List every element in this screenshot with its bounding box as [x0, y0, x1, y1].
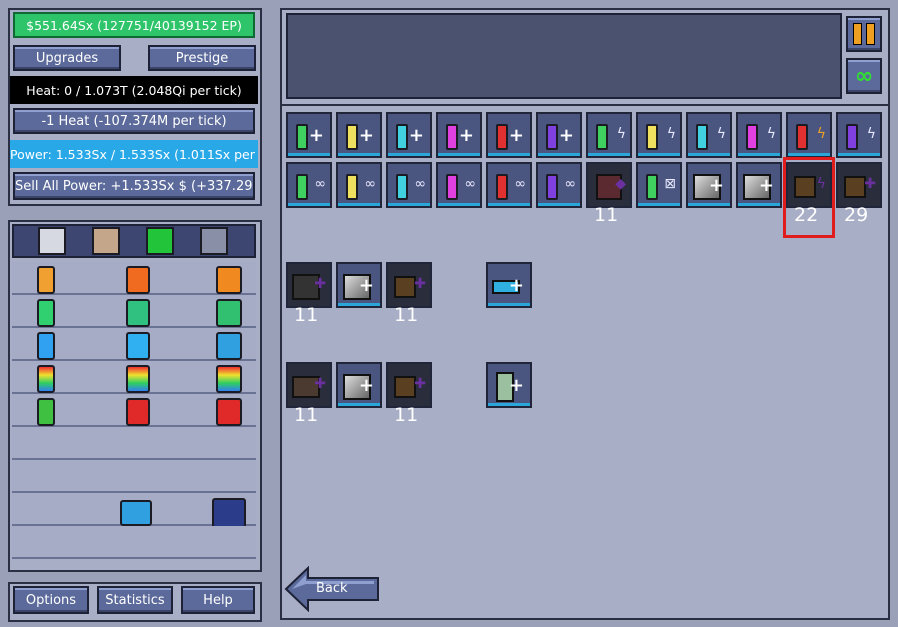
upgrade-slot[interactable]: +: [336, 112, 382, 158]
upgrade-slot[interactable]: +: [686, 162, 732, 208]
upgrade-level-count: 11: [294, 404, 319, 426]
cell-quad-icon[interactable]: [216, 398, 242, 426]
list-row: [12, 427, 256, 460]
sell-power-button[interactable]: Sell All Power: +1.533Sx $ (+337.297Qi $…: [13, 172, 255, 200]
locked-upgrade-slot[interactable]: ✚: [286, 262, 332, 308]
locked-upgrade-slot[interactable]: ✚: [386, 362, 432, 408]
infinite-button[interactable]: ∞: [846, 58, 882, 94]
upgrade-level-count: 11: [294, 304, 319, 326]
upgrade-slot[interactable]: +: [336, 262, 382, 308]
reduce-heat-button[interactable]: -1 Heat (-107.374M per tick): [13, 108, 255, 134]
cell-icon[interactable]: [37, 299, 55, 327]
upgrade-level-count: 29: [844, 204, 869, 226]
tab-heat-icon[interactable]: [92, 227, 120, 255]
cell-double-icon[interactable]: [126, 365, 150, 393]
locked-upgrade-slot[interactable]: ◆: [586, 162, 632, 208]
cell-icon[interactable]: [37, 365, 55, 393]
locked-upgrade-slot[interactable]: ✚: [386, 262, 432, 308]
upgrade-slot[interactable]: +: [336, 362, 382, 408]
cell-quad-icon[interactable]: [216, 332, 242, 360]
cell-icon[interactable]: [37, 332, 55, 360]
tab-cross-icon[interactable]: [200, 227, 228, 255]
power-display: Power: 1.533Sx / 1.533Sx (1.011Sx per ti…: [10, 140, 258, 168]
upgrade-slot[interactable]: ∞: [286, 162, 332, 208]
upgrade-slot[interactable]: +: [286, 112, 332, 158]
selection-highlight: [783, 157, 835, 238]
cell-quad-icon[interactable]: [216, 365, 242, 393]
tab-grid-icon[interactable]: [146, 227, 174, 255]
cell-double-icon[interactable]: [126, 332, 150, 360]
help-button[interactable]: Help: [181, 586, 255, 614]
pause-icon: [853, 23, 875, 45]
options-button[interactable]: Options: [13, 586, 89, 614]
infinity-icon: ∞: [854, 63, 874, 89]
cell-icon[interactable]: [37, 266, 55, 294]
upgrade-slot[interactable]: +: [486, 112, 532, 158]
cell-quad-icon[interactable]: [216, 299, 242, 327]
upgrade-slot[interactable]: ϟ: [586, 112, 632, 158]
upgrade-slot[interactable]: +: [736, 162, 782, 208]
upgrade-slot[interactable]: ∞: [486, 162, 532, 208]
upgrade-slot[interactable]: ∞: [386, 162, 432, 208]
upgrade-slot[interactable]: ϟ: [786, 112, 832, 158]
cell-quad-icon[interactable]: [216, 266, 242, 294]
pause-button[interactable]: [846, 16, 882, 52]
prestige-button[interactable]: Prestige: [148, 45, 256, 71]
upgrade-slot[interactable]: ϟ: [636, 112, 682, 158]
statistics-button[interactable]: Statistics: [97, 586, 173, 614]
tab-power-icon[interactable]: [38, 227, 66, 255]
locked-upgrade-slot[interactable]: ✚: [286, 362, 332, 408]
list-row: [12, 460, 256, 493]
cell-double-icon[interactable]: [126, 299, 150, 327]
extreme-cell-icon[interactable]: [212, 498, 246, 528]
upgrade-slot[interactable]: +: [436, 112, 482, 158]
reflector-icon[interactable]: [120, 500, 152, 526]
upgrade-slot[interactable]: ϟ: [736, 112, 782, 158]
upgrade-level-count: 11: [394, 404, 419, 426]
cell-icon[interactable]: [37, 398, 55, 426]
upgrade-slot[interactable]: ⊠: [636, 162, 682, 208]
money-display: $551.64Sx (127751/40139152 EP): [13, 12, 255, 38]
cell-double-icon[interactable]: [126, 266, 150, 294]
back-button[interactable]: Back: [284, 566, 380, 612]
upgrade-slot[interactable]: ϟ: [686, 112, 732, 158]
upgrade-slot[interactable]: +: [486, 362, 532, 408]
upgrade-level-count: 11: [394, 304, 419, 326]
upgrade-slot[interactable]: +: [386, 112, 432, 158]
upgrade-slot[interactable]: ϟ: [836, 112, 882, 158]
upgrade-level-count: 11: [594, 204, 619, 226]
upgrade-slot[interactable]: ∞: [436, 162, 482, 208]
upgrade-slot[interactable]: ∞: [336, 162, 382, 208]
heat-display: Heat: 0 / 1.073T (2.048Qi per tick): [10, 76, 258, 104]
upgrade-slot[interactable]: +: [536, 112, 582, 158]
cell-double-icon[interactable]: [126, 398, 150, 426]
upgrade-slot[interactable]: +: [486, 262, 532, 308]
back-label: Back: [316, 581, 348, 596]
upgrades-button[interactable]: Upgrades: [13, 45, 121, 71]
tooltip-area: [286, 13, 842, 99]
locked-upgrade-slot[interactable]: ✚: [836, 162, 882, 208]
list-row: [12, 526, 256, 559]
upgrade-slot[interactable]: ∞: [536, 162, 582, 208]
